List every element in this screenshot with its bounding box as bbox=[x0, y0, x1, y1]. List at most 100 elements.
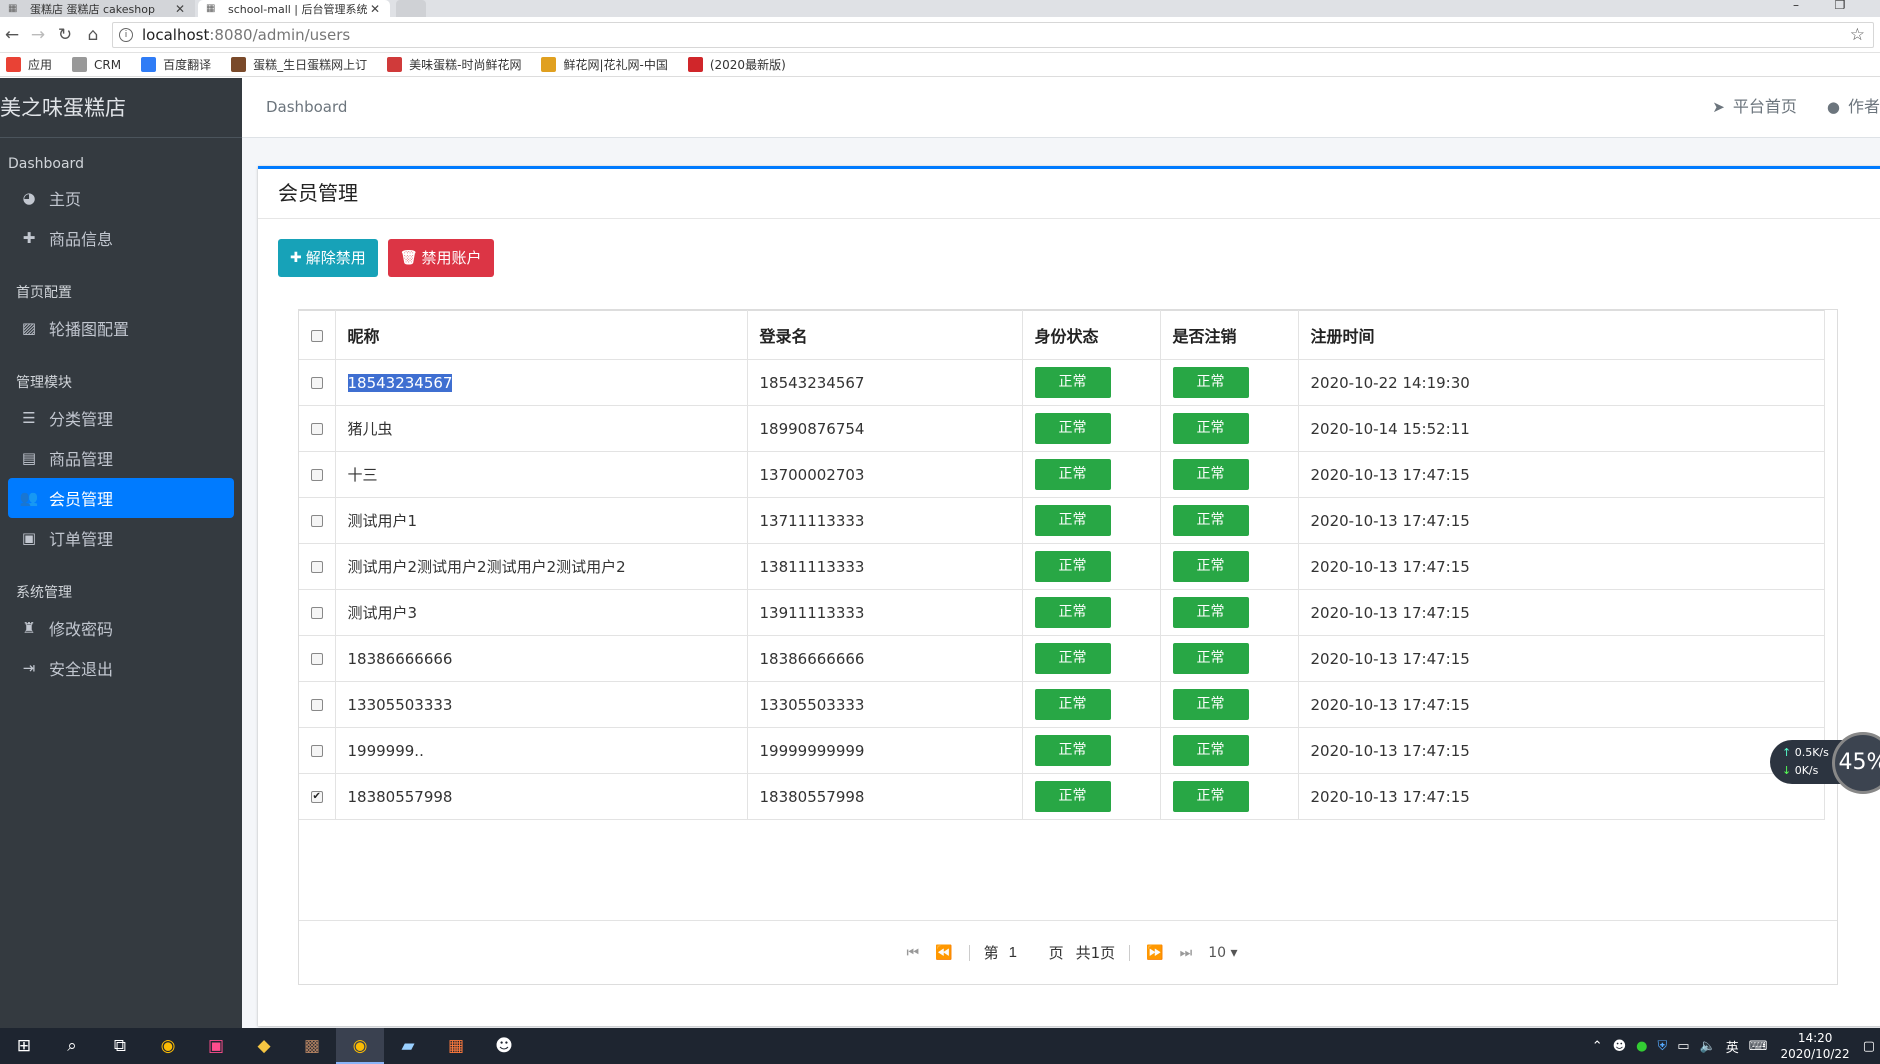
notification-icon[interactable]: ▢ bbox=[1863, 1039, 1875, 1054]
first-page-icon[interactable]: ⏮ bbox=[907, 945, 920, 961]
cell-login: 13711113333 bbox=[747, 497, 1023, 544]
money-icon: ▣ bbox=[21, 529, 37, 547]
table-row[interactable]: 测试用户1 13711113333 正常 正常 2020-10-13 17:47:15 bbox=[299, 497, 1825, 544]
table-row[interactable]: 测试用户3 13911113333 正常 正常 2020-10-13 17:47:15 bbox=[299, 589, 1825, 636]
back-icon[interactable]: ← bbox=[2, 25, 22, 45]
bookmark-item[interactable]: 美味蛋糕-时尚鲜花网 bbox=[387, 56, 521, 73]
bookmark-item[interactable]: CRM bbox=[72, 57, 121, 72]
page-number-input[interactable] bbox=[1008, 941, 1039, 964]
chrome-active-icon[interactable]: ◉ bbox=[336, 1028, 384, 1064]
row-checkbox[interactable] bbox=[310, 653, 323, 665]
tray-expand-icon[interactable]: ⌃ bbox=[1592, 1039, 1603, 1054]
ime-indicator[interactable]: 英 bbox=[1726, 1037, 1739, 1056]
row-checkbox[interactable]: ✔ bbox=[310, 791, 323, 803]
qq-icon[interactable]: ☻ bbox=[480, 1028, 528, 1064]
game-icon[interactable]: ▩ bbox=[288, 1028, 336, 1064]
sidebar-item[interactable]: ▤ 商品管理 bbox=[8, 438, 234, 478]
sidebar-item[interactable]: ◕ 主页 bbox=[8, 178, 234, 218]
header-deleted[interactable]: 是否注销 bbox=[1160, 310, 1299, 360]
table-row[interactable]: ✔ 18380557998 18380557998 正常 正常 2020-10-13 17… bbox=[299, 773, 1825, 820]
row-checkbox[interactable] bbox=[310, 515, 323, 527]
sidebar-item[interactable]: 👥 会员管理 bbox=[8, 478, 234, 518]
prev-page-icon[interactable]: ⏪ bbox=[935, 945, 952, 961]
chrome-icon[interactable]: ◉ bbox=[144, 1028, 192, 1064]
table-row[interactable]: 18543234567 18543234567 正常 正常 2020-10-22 14:… bbox=[299, 359, 1825, 406]
tray-security-icon[interactable]: ⛨ bbox=[1658, 1039, 1668, 1054]
card-toolbar: ✚ 解除禁用 🗑 禁用账户 bbox=[278, 239, 504, 277]
url-input[interactable]: i localhost:8080/admin/users ☆ bbox=[112, 22, 1874, 48]
nickname-text: 测试用户3 bbox=[347, 604, 418, 622]
sidebar-item[interactable]: ✚ 商品信息 bbox=[8, 218, 234, 258]
info-icon[interactable]: i bbox=[119, 28, 133, 42]
sidebar-item[interactable]: ♜ 修改密码 bbox=[8, 608, 234, 648]
sidebar-item[interactable]: ▣ 订单管理 bbox=[8, 518, 234, 558]
tab-close-icon[interactable]: ✕ bbox=[368, 2, 382, 16]
nickname-text: 测试用户2测试用户2测试用户2测试用户2 bbox=[347, 558, 626, 576]
search-icon[interactable]: ⌕ bbox=[48, 1028, 96, 1064]
page-size-select[interactable]: 10 ▾ bbox=[1208, 945, 1237, 961]
task-view-icon[interactable]: ⧉ bbox=[96, 1028, 144, 1064]
row-checkbox[interactable] bbox=[310, 699, 323, 711]
table-row[interactable]: 测试用户2测试用户2测试用户2测试用户2 13811113333 正常 正常 2020-… bbox=[299, 543, 1825, 590]
bookmark-label: 蛋糕_生日蛋糕网上订 bbox=[253, 58, 368, 72]
table-row[interactable]: 18386666666 18386666666 正常 正常 2020-10-13 17:… bbox=[299, 635, 1825, 682]
breadcrumb[interactable]: Dashboard bbox=[266, 78, 347, 136]
row-checkbox[interactable] bbox=[310, 561, 323, 573]
header-time[interactable]: 注册时间 bbox=[1298, 310, 1825, 360]
bookmark-item[interactable]: 百度翻译 bbox=[141, 56, 211, 73]
office-icon[interactable]: ▦ bbox=[432, 1028, 480, 1064]
bookmark-item[interactable]: 应用 bbox=[6, 56, 52, 73]
row-checkbox[interactable] bbox=[310, 469, 323, 481]
tray-network-icon[interactable]: ▭ bbox=[1677, 1039, 1689, 1054]
bookmark-item[interactable]: 鲜花网|花礼网-中国 bbox=[541, 56, 668, 73]
tray-wechat-icon[interactable]: ● bbox=[1636, 1039, 1647, 1054]
tab-close-icon[interactable]: ✕ bbox=[173, 2, 187, 16]
table-row[interactable]: 1999999.. 19999999999 正常 正常 2020-10-13 17:47… bbox=[299, 727, 1825, 774]
tray-qq-icon[interactable]: ☻ bbox=[1613, 1039, 1627, 1054]
table-row[interactable]: 13305503333 13305503333 正常 正常 2020-10-13 17:… bbox=[299, 681, 1825, 728]
sidebar-item[interactable]: ⇥ 安全退出 bbox=[8, 648, 234, 688]
nickname-text: 测试用户1 bbox=[347, 512, 418, 530]
tray-volume-icon[interactable]: 🔈 bbox=[1700, 1039, 1716, 1054]
row-checkbox[interactable] bbox=[310, 377, 323, 389]
table-row[interactable]: 十三 13700002703 正常 正常 2020-10-13 17:47:15 bbox=[299, 451, 1825, 498]
network-speed-widget[interactable]: ↑ 0.5K/s ↓ 0K/s 45% bbox=[1770, 732, 1880, 794]
ban-account-button[interactable]: 🗑 禁用账户 bbox=[387, 239, 494, 277]
sidebar-item[interactable]: ☰ 分类管理 bbox=[8, 398, 234, 438]
sidebar-nav: Dashboard ◕ 主页 ✚ 商品信息 首页配置 ▨ 轮播图配置 管理模块 ☰ 分类管理 ▤ 商品管… bbox=[0, 156, 242, 688]
browser-tab-admin[interactable]: ▦ school-mall | 后台管理系统 ✕ bbox=[198, 0, 390, 17]
row-select-cell bbox=[299, 681, 336, 728]
bookmark-item[interactable]: 蛋糕_生日蛋糕网上订 bbox=[231, 56, 367, 73]
brand-title[interactable]: 美之味蛋糕店 bbox=[0, 78, 242, 138]
header-status[interactable]: 身份状态 bbox=[1022, 310, 1161, 360]
minimize-icon[interactable]: – bbox=[1782, 0, 1810, 14]
topnav-link[interactable]: ➤ 平台首页 bbox=[1712, 78, 1797, 136]
header-login[interactable]: 登录名 bbox=[747, 310, 1023, 360]
home-icon[interactable]: ⌂ bbox=[83, 25, 103, 45]
row-checkbox[interactable] bbox=[310, 423, 323, 435]
reload-icon[interactable]: ↻ bbox=[55, 25, 75, 45]
app-icon[interactable]: ◆ bbox=[240, 1028, 288, 1064]
unban-button[interactable]: ✚ 解除禁用 bbox=[278, 239, 378, 277]
row-checkbox[interactable] bbox=[310, 745, 323, 757]
windows-start-icon[interactable]: ⊞ bbox=[0, 1028, 48, 1064]
sidebar-item[interactable]: ▨ 轮播图配置 bbox=[8, 308, 234, 348]
restore-icon[interactable]: ❐ bbox=[1826, 0, 1854, 14]
header-nickname[interactable]: 昵称 bbox=[335, 310, 748, 360]
row-checkbox[interactable] bbox=[310, 607, 323, 619]
forward-icon[interactable]: → bbox=[28, 25, 48, 45]
star-icon[interactable]: ☆ bbox=[1850, 25, 1865, 45]
intellij-icon[interactable]: ▣ bbox=[192, 1028, 240, 1064]
topnav-link[interactable]: ● 作者 bbox=[1827, 78, 1880, 136]
clock[interactable]: 14:20 2020/10/22 bbox=[1781, 1030, 1850, 1062]
notepad-icon[interactable]: ▰ bbox=[384, 1028, 432, 1064]
new-tab-button[interactable] bbox=[396, 0, 426, 17]
cell-deleted: 正常 bbox=[1160, 635, 1299, 682]
browser-tab-cakeshop[interactable]: ▦ 蛋糕店 蛋糕店 cakeshop ✕ bbox=[0, 0, 195, 17]
bookmark-item[interactable]: (2020最新版) bbox=[687, 56, 786, 73]
last-page-icon[interactable]: ⏭ bbox=[1180, 945, 1193, 961]
tray-keyboard-icon[interactable]: ⌨ bbox=[1749, 1039, 1768, 1054]
table-row[interactable]: 猪儿虫 18990876754 正常 正常 2020-10-14 15:52:11 bbox=[299, 405, 1825, 452]
next-page-icon[interactable]: ⏩ bbox=[1146, 945, 1163, 961]
select-all-checkbox[interactable] bbox=[310, 330, 323, 342]
